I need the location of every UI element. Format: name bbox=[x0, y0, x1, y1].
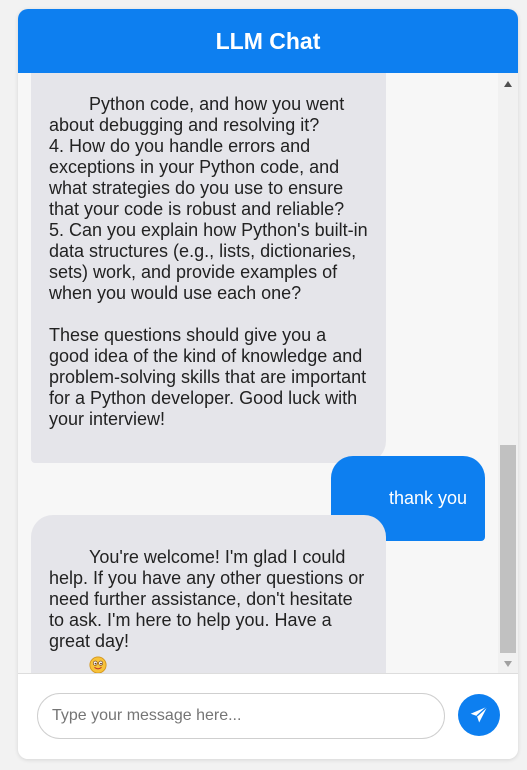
scrollbar-thumb[interactable] bbox=[500, 445, 516, 653]
assistant-message-text: Python code, and how you went about debu… bbox=[49, 94, 368, 429]
message-list: Python code, and how you went about debu… bbox=[18, 73, 498, 673]
user-message-text: thank you bbox=[388, 488, 467, 508]
chat-header: LLM Chat bbox=[18, 9, 518, 73]
scroll-up-arrow-icon[interactable] bbox=[498, 75, 518, 93]
smiling-face-icon bbox=[89, 656, 107, 673]
send-button[interactable] bbox=[458, 694, 500, 736]
assistant-message-bubble: You're welcome! I'm glad I could help. I… bbox=[31, 515, 386, 673]
assistant-message-bubble: Python code, and how you went about debu… bbox=[31, 73, 386, 463]
assistant-message-text: You're welcome! I'm glad I could help. I… bbox=[49, 547, 370, 651]
message-input[interactable] bbox=[37, 693, 445, 739]
chat-title: LLM Chat bbox=[215, 27, 321, 54]
composer-bar bbox=[18, 673, 518, 759]
chat-window: LLM Chat Python code, and how you went a… bbox=[18, 9, 518, 759]
scrollbar[interactable] bbox=[498, 73, 518, 673]
paper-plane-icon bbox=[470, 706, 488, 723]
chat-body[interactable]: Python code, and how you went about debu… bbox=[18, 73, 518, 673]
scroll-down-arrow-icon[interactable] bbox=[498, 655, 518, 673]
